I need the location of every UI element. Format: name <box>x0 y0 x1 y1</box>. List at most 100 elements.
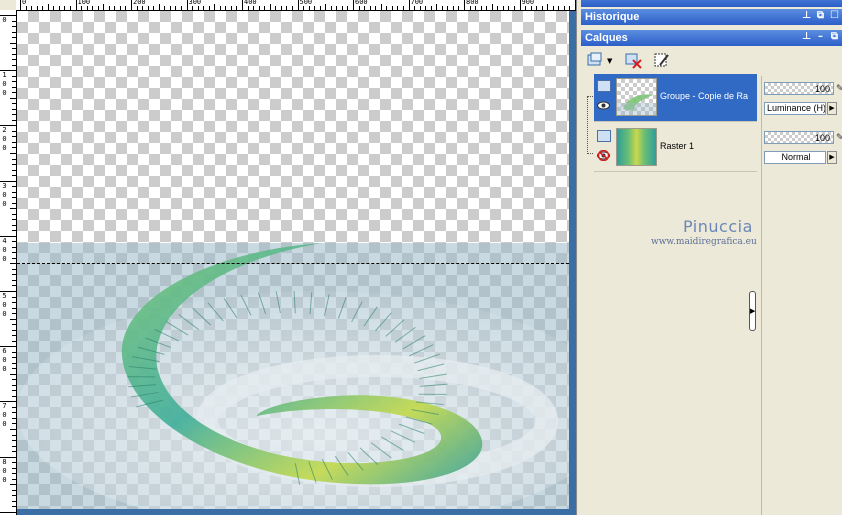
new-layer-icon <box>587 52 602 66</box>
ruler-tick <box>12 307 16 309</box>
ruler-tick <box>397 6 399 10</box>
ruler-tick <box>10 429 16 430</box>
history-palette-title[interactable]: Historique ⊥ ⧉ ☐ <box>581 9 842 25</box>
ruler-tick <box>541 6 543 10</box>
layer-thumbnail <box>616 128 657 166</box>
new-layer-button[interactable] <box>585 50 609 72</box>
ruler-tick <box>92 6 94 10</box>
ruler-tick <box>125 6 127 10</box>
ruler-tick <box>386 6 388 10</box>
delete-layer-button[interactable] <box>623 50 647 72</box>
ruler-label: 0 <box>2 190 7 199</box>
ruler-tick <box>175 6 177 10</box>
ruler-tick <box>325 4 327 10</box>
hidden-eye-icon[interactable] <box>597 150 610 161</box>
ruler-tick <box>10 153 16 154</box>
history-title-label: Historique <box>585 11 640 23</box>
ruler-tick <box>12 313 16 315</box>
ruler-tick <box>291 6 293 10</box>
ruler-tick <box>53 6 55 10</box>
ruler-label: 700 <box>410 0 424 6</box>
layer-thumbnail <box>616 78 657 116</box>
panel-splitter-handle[interactable]: ▶ <box>749 291 756 331</box>
ruler-tick <box>12 351 16 353</box>
ruler-tick <box>12 213 16 215</box>
ruler-label: 0 <box>2 411 7 420</box>
ruler-label: 0 <box>2 80 7 89</box>
ruler-label: 900 <box>521 0 535 6</box>
ruler-label: 300 <box>188 0 202 6</box>
ruler-tick <box>280 6 282 10</box>
ruler-tick <box>12 268 16 270</box>
ruler-tick <box>414 6 416 10</box>
eye-icon[interactable] <box>597 100 610 111</box>
palettes-panel: Historique ⊥ ⧉ ☐ Calques ⊥ – ⧉ ▼ Groupe … <box>578 0 842 515</box>
ruler-tick <box>12 164 16 166</box>
ruler-label: 500 <box>299 0 313 6</box>
ruler-tick <box>12 147 16 149</box>
canvas-scrollbar[interactable] <box>569 11 576 509</box>
maximize-icon[interactable]: ☐ <box>829 10 840 22</box>
ruler-tick <box>164 6 166 10</box>
chevron-down-icon[interactable]: ▼ <box>607 57 612 65</box>
layers-palette-title[interactable]: Calques ⊥ – ⧉ <box>581 30 842 46</box>
ruler-tick <box>12 86 16 88</box>
ruler-tick <box>247 6 249 10</box>
pencil-icon[interactable]: ✎ <box>836 133 842 143</box>
ruler-tick <box>10 373 16 375</box>
opacity-field[interactable]: 100 <box>764 131 834 144</box>
ruler-tick <box>458 6 460 10</box>
ruler-tick <box>153 6 155 10</box>
restore-icon[interactable]: ⧉ <box>815 10 826 22</box>
layer-row-group[interactable]: Groupe - Copie de Ra <box>594 74 757 122</box>
vertical-ruler: 0100200300400500600700800 <box>0 10 17 515</box>
ruler-tick <box>402 6 404 10</box>
ruler-tick <box>336 6 338 10</box>
ruler-tick <box>47 4 49 10</box>
ruler-tick <box>12 26 16 28</box>
layer-properties-button[interactable] <box>651 50 675 72</box>
blend-mode-select[interactable]: Luminance (H) <box>764 102 826 115</box>
blend-mode-select[interactable]: Normal <box>764 151 826 164</box>
ruler-tick <box>10 318 16 320</box>
horizontal-ruler: 0 100 200 300 400 500 600 700 800 900 <box>16 0 576 11</box>
restore-icon[interactable]: ⧉ <box>829 31 840 43</box>
ruler-tick <box>364 6 366 10</box>
selection-marquee <box>17 263 569 264</box>
ruler-tick <box>103 4 105 10</box>
opacity-field[interactable]: 100 <box>764 82 834 95</box>
image-canvas[interactable] <box>17 11 569 509</box>
layer-row-raster[interactable]: Raster 1 <box>594 124 757 172</box>
opacity-value: 100 <box>814 133 830 143</box>
minimize-icon[interactable]: – <box>815 31 826 43</box>
ruler-tick <box>475 6 477 10</box>
ruler-tick <box>186 0 188 10</box>
ruler-tick <box>219 6 221 10</box>
ruler-tick <box>464 0 465 10</box>
ruler-tick <box>136 6 138 10</box>
chevron-right-icon[interactable]: ▶ <box>827 151 837 164</box>
ruler-tick <box>12 241 16 243</box>
ruler-tick <box>286 6 288 10</box>
ruler-tick <box>508 6 510 10</box>
chevron-right-icon[interactable]: ▶ <box>827 102 837 115</box>
ruler-tick <box>513 6 515 10</box>
ruler-label: 6 <box>2 347 7 356</box>
pin-icon[interactable]: ⊥ <box>801 10 812 22</box>
ruler-label: 0 <box>2 16 7 24</box>
pencil-icon[interactable]: ✎ <box>836 84 842 94</box>
ruler-tick <box>319 6 321 10</box>
thumbnail-art <box>617 94 656 115</box>
watermark-title: Pinuccia <box>683 217 753 236</box>
ruler-tick <box>12 92 16 94</box>
styles-palette-title[interactable] <box>581 0 842 7</box>
ruler-tick <box>10 42 16 44</box>
pin-icon[interactable]: ⊥ <box>801 31 812 43</box>
ruler-tick <box>253 6 255 10</box>
ruler-tick <box>12 202 16 204</box>
ruler-tick <box>330 6 332 10</box>
ruler-tick <box>12 274 16 276</box>
ruler-tick <box>12 362 16 364</box>
ruler-tick <box>425 6 427 10</box>
ruler-tick <box>491 4 493 10</box>
